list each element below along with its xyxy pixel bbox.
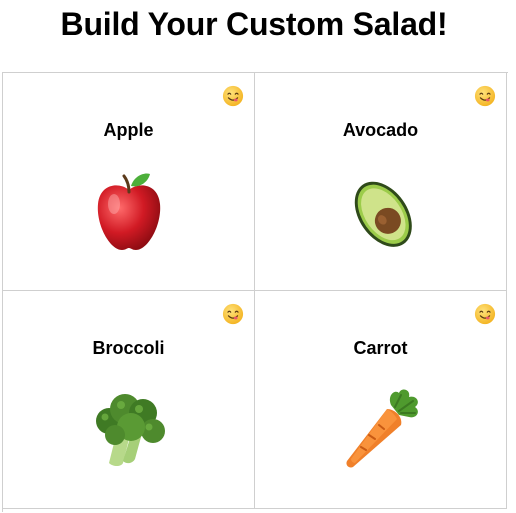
ingredient-name: Broccoli [92,338,165,358]
yum-face-icon[interactable] [474,85,496,107]
ingredient-image [3,387,254,471]
yum-face-icon[interactable] [222,303,244,325]
avocado-icon [354,181,412,247]
yum-face-icon[interactable] [222,85,244,107]
ingredient-card-carrot[interactable]: Carrot [255,291,507,509]
ingredient-name: Avocado [342,120,419,140]
page-title: Build Your Custom Salad! [60,6,448,42]
ingredient-grid: Apple Avocado Broccoli Carrot [2,72,508,512]
broccoli-icon [95,394,165,466]
salad-builder-page: Build Your Custom Salad! Apple Avocado B… [0,0,516,513]
ingredient-card-apple[interactable]: Apple [3,73,255,291]
ingredient-card-broccoli[interactable]: Broccoli [3,291,255,509]
ingredient-card-avocado[interactable]: Avocado [255,73,507,291]
ingredient-image [255,169,506,253]
yum-face-icon[interactable] [474,303,496,325]
apple-icon [97,173,160,250]
ingredient-image [3,169,254,253]
ingredient-name: Carrot [353,338,408,358]
ingredient-name: Apple [103,120,154,140]
carrot-icon [345,389,418,468]
ingredient-image [255,387,506,471]
